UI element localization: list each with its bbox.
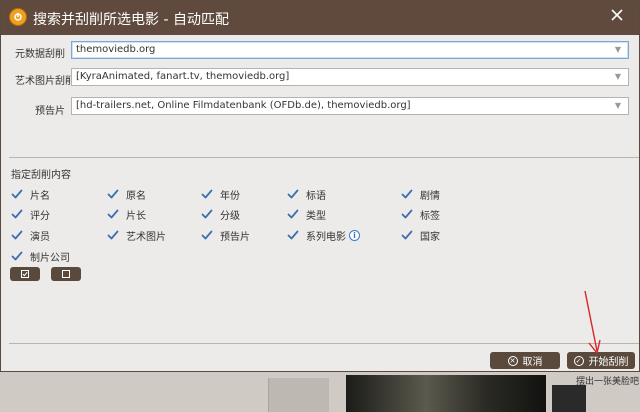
checkbox-label: 剧情	[420, 190, 440, 202]
checkbox-label: 艺术图片	[126, 231, 166, 243]
checkbox-label: 制片公司	[30, 252, 70, 264]
close-icon	[611, 9, 623, 21]
close-button[interactable]	[607, 7, 627, 27]
dialog-titlebar: 搜索并刮削所选电影 - 自动匹配	[1, 1, 639, 35]
checkmark-icon[interactable]	[107, 208, 119, 220]
checkbox-label: 类型	[306, 210, 326, 222]
scrape-dialog: 搜索并刮削所选电影 - 自动匹配 元数据刮削 themoviedb.org ▼ …	[0, 0, 640, 372]
checkmark-icon[interactable]	[201, 229, 213, 241]
background-panel	[268, 378, 329, 412]
checkbox-label: 演员	[30, 231, 50, 243]
chevron-down-icon[interactable]: ▼	[612, 98, 624, 114]
checkmark-icon[interactable]	[287, 188, 299, 200]
annotation-arrow	[584, 290, 601, 355]
checkmark-icon[interactable]	[201, 188, 213, 200]
checkbox-label: 标语	[306, 190, 326, 202]
footer-divider	[9, 343, 639, 344]
checkbox-option[interactable]: 评分	[11, 207, 50, 222]
select-all-button[interactable]	[10, 267, 40, 281]
checkbox-option[interactable]: 国家	[401, 228, 440, 243]
checkbox-label: 系列电影	[306, 231, 346, 243]
checkbox-label: 评分	[30, 210, 50, 222]
metadata-scraper-select[interactable]: themoviedb.org ▼	[71, 41, 629, 59]
checkbox-option[interactable]: 原名	[107, 187, 146, 202]
background-status-text: 摆出一张美脸吧	[576, 377, 640, 387]
checkmark-icon[interactable]	[401, 229, 413, 241]
checkmark-icon[interactable]	[107, 229, 119, 241]
checkbox-label: 片长	[126, 210, 146, 222]
metadata-scraper-value: themoviedb.org	[76, 44, 156, 55]
metadata-scraper-label: 元数据刮削	[15, 49, 65, 60]
checkbox-option[interactable]: 演员	[11, 228, 50, 243]
trailer-scraper-value: [hd-trailers.net, Online Filmdatenbank (…	[76, 100, 411, 111]
background-movie-image	[346, 375, 546, 412]
empty-square-icon	[62, 270, 70, 278]
chevron-down-icon[interactable]: ▼	[612, 42, 624, 58]
checkbox-label: 预告片	[220, 231, 250, 243]
artwork-scraper-select[interactable]: [KyraAnimated, fanart.tv, themoviedb.org…	[71, 68, 629, 86]
checkbox-option[interactable]: 年份	[201, 187, 240, 202]
checkmark-icon[interactable]	[287, 229, 299, 241]
cancel-label: 取消	[522, 357, 543, 368]
checkbox-label: 标签	[420, 210, 440, 222]
checkbox-label: 原名	[126, 190, 146, 202]
checkbox-label: 分级	[220, 210, 240, 222]
checkmark-icon[interactable]	[107, 188, 119, 200]
trailer-scraper-select[interactable]: [hd-trailers.net, Online Filmdatenbank (…	[71, 97, 629, 115]
checkbox-option[interactable]: 预告片	[201, 228, 250, 243]
dialog-title: 搜索并刮削所选电影 - 自动匹配	[33, 12, 229, 28]
checkbox-label: 片名	[30, 190, 50, 202]
trailer-scraper-label: 预告片	[35, 106, 65, 117]
checkmark-icon[interactable]	[401, 208, 413, 220]
checkmark-icon[interactable]	[11, 208, 23, 220]
checkmark-icon[interactable]	[11, 250, 23, 262]
checkmark-icon[interactable]	[287, 208, 299, 220]
cancel-button[interactable]: ✕ 取消	[490, 352, 560, 369]
checkbox-label: 国家	[420, 231, 440, 243]
section-divider	[9, 157, 639, 158]
checkbox-option[interactable]: 片长	[107, 207, 146, 222]
app-logo-icon	[9, 8, 27, 26]
checkmark-icon[interactable]	[401, 188, 413, 200]
checkmark-icon[interactable]	[201, 208, 213, 220]
cancel-icon: ✕	[507, 355, 518, 366]
checked-square-icon	[21, 270, 29, 278]
artwork-scraper-label: 艺术图片刮削	[15, 76, 75, 87]
checkbox-option[interactable]: 系列电影	[287, 228, 346, 243]
artwork-scraper-value: [KyraAnimated, fanart.tv, themoviedb.org…	[76, 71, 290, 82]
checkbox-option[interactable]: 制片公司	[11, 249, 70, 264]
checkbox-option[interactable]: 片名	[11, 187, 50, 202]
checkmark-icon[interactable]	[11, 229, 23, 241]
background-thumbnail	[552, 385, 586, 412]
checkbox-option[interactable]: 剧情	[401, 187, 440, 202]
checkbox-label: 年份	[220, 190, 240, 202]
chevron-down-icon[interactable]: ▼	[612, 69, 624, 85]
info-icon[interactable]: i	[349, 230, 360, 241]
scrape-content-title: 指定刮削内容	[11, 170, 71, 181]
checkbox-option[interactable]: 标签	[401, 207, 440, 222]
checkmark-icon[interactable]	[11, 188, 23, 200]
checkbox-option[interactable]: 分级	[201, 207, 240, 222]
select-none-button[interactable]	[51, 267, 81, 281]
checkbox-option[interactable]: 标语	[287, 187, 326, 202]
checkbox-option[interactable]: 艺术图片	[107, 228, 166, 243]
checkbox-option[interactable]: 类型	[287, 207, 326, 222]
